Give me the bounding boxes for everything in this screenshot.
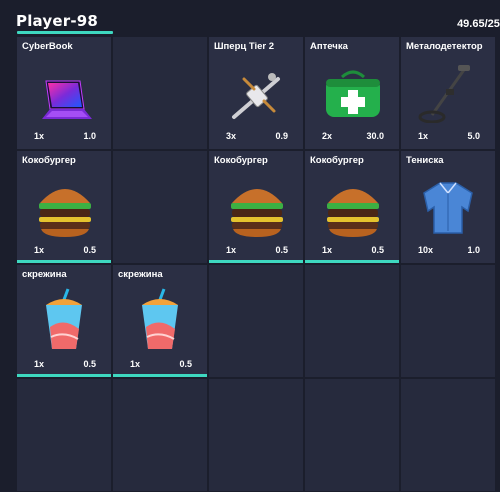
item-durability-bar bbox=[209, 260, 303, 263]
inventory-slot[interactable]: Аптечка 2x 30.0 bbox=[305, 37, 399, 149]
item-durability-bar bbox=[17, 260, 111, 263]
inventory-header: Player-98 49.65/250 bbox=[0, 0, 500, 34]
inventory-slot[interactable]: скрежина 1x 0.5 bbox=[17, 265, 111, 377]
item-quantity: 1x bbox=[130, 359, 141, 369]
item-quantity: 2x bbox=[322, 131, 333, 141]
item-weight: 0.5 bbox=[179, 359, 192, 369]
item-weight: 30.0 bbox=[366, 131, 384, 141]
item-name: Тениска bbox=[406, 155, 444, 166]
item-name: скрежина bbox=[22, 269, 67, 280]
inventory-slot[interactable]: скрежина 1x 0.5 bbox=[113, 265, 207, 377]
inventory-slot-empty[interactable] bbox=[401, 379, 495, 491]
item-weight: 0.5 bbox=[371, 245, 384, 255]
inventory-slot-empty[interactable] bbox=[113, 37, 207, 149]
inventory-slot[interactable]: Тениска 10x 1.0 bbox=[401, 151, 495, 263]
inventory-slot-empty[interactable] bbox=[401, 265, 495, 377]
item-quantity: 1x bbox=[418, 131, 429, 141]
item-name: Кокобургер bbox=[214, 155, 268, 166]
item-name: Кокобургер bbox=[22, 155, 76, 166]
inventory-slot[interactable]: Кокобургер 1x 0.5 bbox=[305, 151, 399, 263]
item-durability-bar bbox=[17, 374, 111, 377]
item-name: Шперц Tier 2 bbox=[214, 41, 275, 52]
inventory-slot[interactable]: Шперц Tier 2 3x 0.9 bbox=[209, 37, 303, 149]
item-quantity: 1x bbox=[34, 131, 45, 141]
item-weight: 1.0 bbox=[83, 131, 96, 141]
inventory-slot[interactable]: CyberBook 1x 1.0 bbox=[17, 37, 111, 149]
item-name: CyberBook bbox=[22, 41, 73, 52]
item-quantity: 3x bbox=[226, 131, 237, 141]
inventory-slot-empty[interactable] bbox=[305, 379, 399, 491]
inventory-slot-empty[interactable] bbox=[209, 379, 303, 491]
inventory-weight: 49.65/250 bbox=[457, 18, 500, 30]
inventory-slot[interactable]: Кокобургер 1x 0.5 bbox=[17, 151, 111, 263]
item-durability-bar bbox=[305, 260, 399, 263]
item-weight: 5.0 bbox=[467, 131, 480, 141]
item-weight: 0.9 bbox=[275, 131, 288, 141]
item-durability-bar bbox=[113, 374, 207, 377]
item-name: скрежина bbox=[118, 269, 163, 280]
item-weight: 1.0 bbox=[467, 245, 480, 255]
item-quantity: 1x bbox=[322, 245, 333, 255]
inventory-slot-empty[interactable] bbox=[113, 151, 207, 263]
item-weight: 0.5 bbox=[83, 359, 96, 369]
item-weight: 0.5 bbox=[275, 245, 288, 255]
inventory-slot-empty[interactable] bbox=[17, 379, 111, 491]
inventory-slot[interactable]: Металодетектор 1x 5.0 bbox=[401, 37, 495, 149]
item-name: Аптечка bbox=[310, 41, 348, 52]
item-quantity: 1x bbox=[34, 245, 45, 255]
inventory-slot-empty[interactable] bbox=[305, 265, 399, 377]
player-name-underline bbox=[17, 31, 113, 34]
item-weight: 0.5 bbox=[83, 245, 96, 255]
item-quantity: 1x bbox=[34, 359, 45, 369]
inventory-slot-empty[interactable] bbox=[209, 265, 303, 377]
inventory-grid: CyberBook 1x 1.0 Шперц Tier 2 3x 0.9 Апт… bbox=[17, 37, 495, 491]
item-name: Кокобургер bbox=[310, 155, 364, 166]
inventory-slot[interactable]: Кокобургер 1x 0.5 bbox=[209, 151, 303, 263]
item-name: Металодетектор bbox=[406, 41, 483, 52]
inventory-slot-empty[interactable] bbox=[113, 379, 207, 491]
item-quantity: 10x bbox=[418, 245, 434, 255]
player-name: Player-98 bbox=[16, 12, 99, 30]
item-quantity: 1x bbox=[226, 245, 237, 255]
